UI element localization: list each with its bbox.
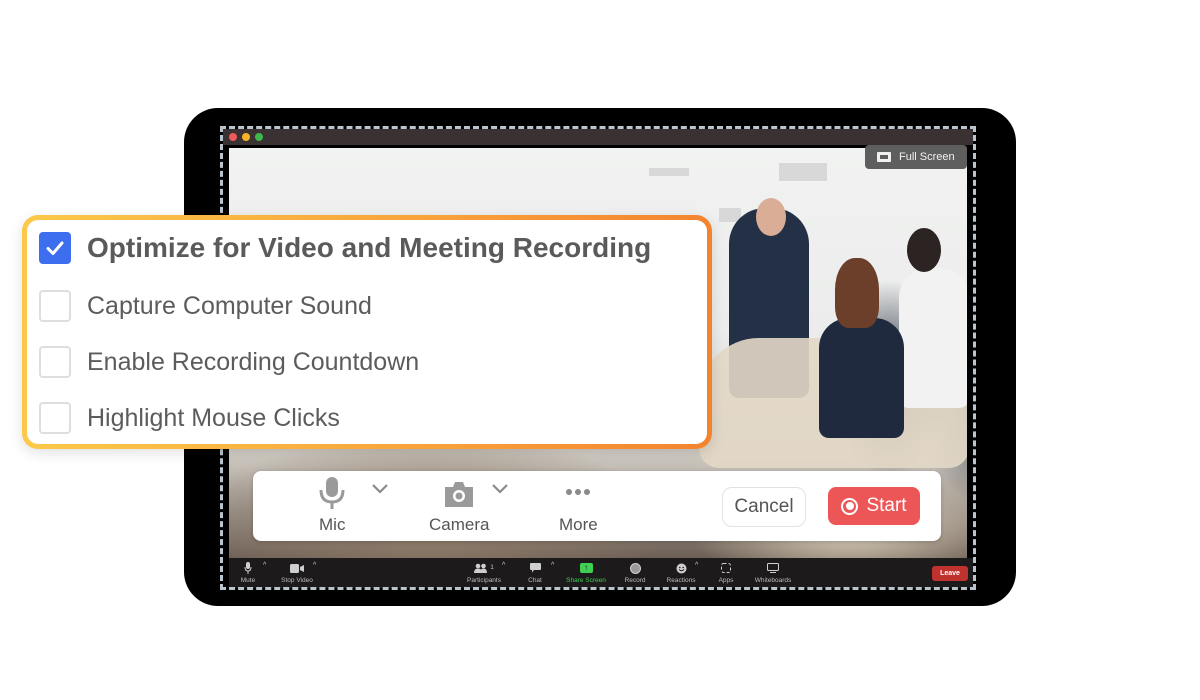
microphone-icon: [319, 477, 345, 509]
mic-options-chevron-down-icon[interactable]: [371, 483, 389, 495]
checkbox-unchecked[interactable]: [39, 290, 71, 322]
camera-options-chevron-down-icon[interactable]: [491, 483, 509, 495]
checkbox-unchecked[interactable]: [39, 402, 71, 434]
option-label: Highlight Mouse Clicks: [87, 403, 340, 432]
checkbox-unchecked[interactable]: [39, 346, 71, 378]
option-highlight-mouse-clicks[interactable]: Highlight Mouse Clicks: [39, 402, 340, 434]
option-label: Capture Computer Sound: [87, 291, 372, 320]
option-optimize-video[interactable]: Optimize for Video and Meeting Recording: [39, 232, 651, 264]
option-capture-computer-sound[interactable]: Capture Computer Sound: [39, 290, 372, 322]
camera-button[interactable]: Camera: [429, 477, 489, 535]
checkbox-checked[interactable]: [39, 232, 71, 264]
option-label: Optimize for Video and Meeting Recording: [87, 232, 652, 263]
option-label: Enable Recording Countdown: [87, 347, 420, 376]
more-dots-icon: [566, 489, 591, 495]
camera-icon: [445, 482, 474, 507]
start-recording-button[interactable]: Start: [828, 487, 920, 525]
checkmark-icon: [46, 241, 64, 255]
cancel-button[interactable]: Cancel: [722, 487, 806, 527]
option-recording-countdown[interactable]: Enable Recording Countdown: [39, 346, 419, 378]
recording-options-panel: Optimize for Video and Meeting Recording…: [22, 215, 712, 449]
more-button[interactable]: More: [559, 477, 598, 535]
mic-button[interactable]: Mic: [319, 477, 345, 535]
start-label: Start: [866, 495, 907, 516]
record-icon: [841, 497, 859, 515]
